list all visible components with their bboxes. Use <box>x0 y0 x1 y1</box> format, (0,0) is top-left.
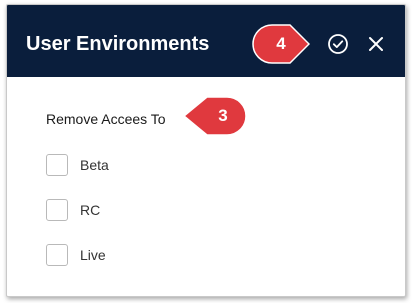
beta-checkbox[interactable] <box>46 154 68 176</box>
check-circle-icon <box>328 34 348 54</box>
callout-3: 3 <box>183 96 247 136</box>
user-environments-dialog: User Environments Remove Accees To Beta … <box>6 4 406 297</box>
dialog-header: User Environments <box>7 5 405 77</box>
remove-access-label: Remove Accees To <box>46 111 166 127</box>
callout-4: 4 <box>252 24 310 64</box>
option-beta: Beta <box>46 152 109 178</box>
close-icon <box>369 37 383 51</box>
close-button[interactable] <box>363 31 389 57</box>
confirm-button[interactable] <box>325 31 351 57</box>
live-checkbox[interactable] <box>46 244 68 266</box>
rc-checkbox[interactable] <box>46 199 68 221</box>
dialog-title: User Environments <box>26 33 210 55</box>
option-rc: RC <box>46 197 100 223</box>
live-label: Live <box>80 247 106 263</box>
callout-3-number: 3 <box>218 106 228 125</box>
option-live: Live <box>46 242 106 268</box>
beta-label: Beta <box>80 157 109 173</box>
callout-4-number: 4 <box>276 34 286 53</box>
rc-label: RC <box>80 202 101 218</box>
